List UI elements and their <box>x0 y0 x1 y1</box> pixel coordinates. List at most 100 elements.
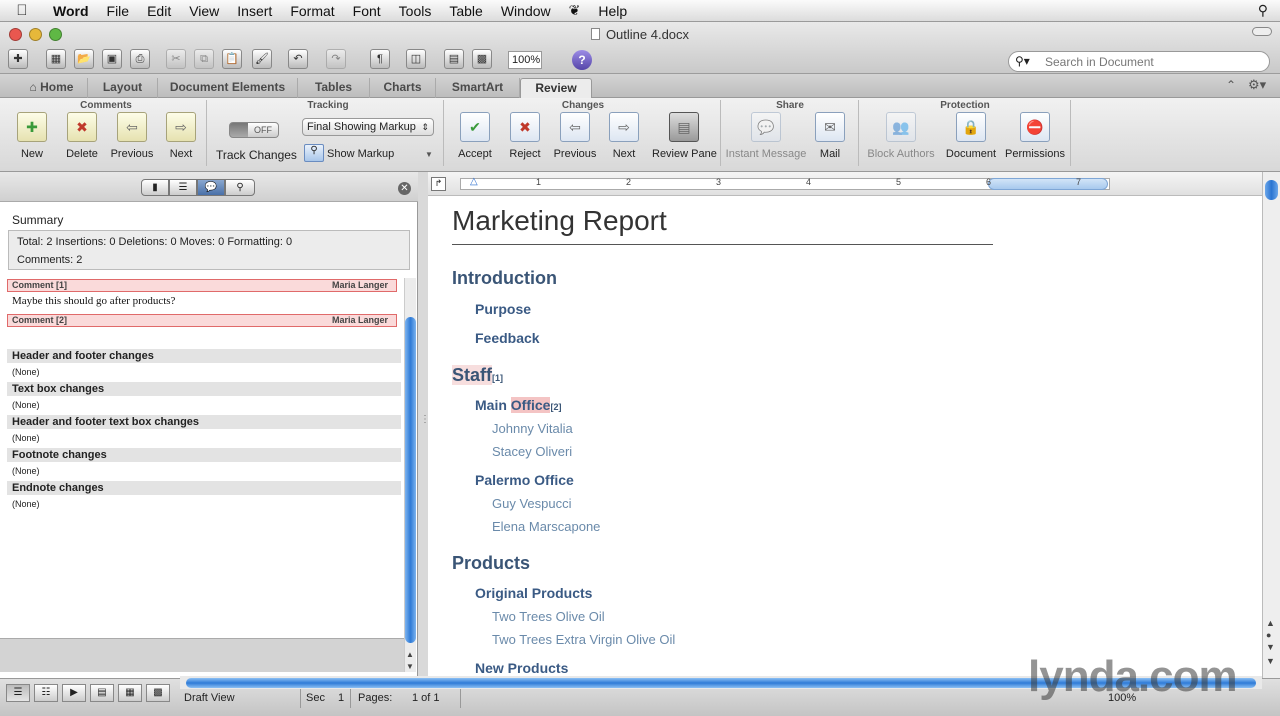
delete-comment-button[interactable]: ✖ Delete <box>60 112 104 160</box>
show-markup-arrow-icon[interactable]: ▼ <box>425 150 433 159</box>
accept-button[interactable]: ✔ Accept <box>452 112 498 160</box>
show-markup-button[interactable]: Show Markup <box>327 148 394 160</box>
comment-header[interactable]: Comment [2] Maria Langer <box>7 314 397 327</box>
notebook-view-icon[interactable]: ▦ <box>118 684 142 702</box>
track-changes-toggle[interactable]: OFF <box>229 122 279 138</box>
menu-insert[interactable]: Insert <box>228 3 281 19</box>
heading-original-products[interactable]: Original Products <box>475 585 592 601</box>
scroll-up-icon[interactable]: ▲ <box>406 650 414 659</box>
menu-help[interactable]: Help <box>589 3 636 19</box>
publishing-view-icon[interactable]: ▶ <box>62 684 86 702</box>
previous-change-button[interactable]: ⇦ Previous <box>552 112 598 160</box>
menu-edit[interactable]: Edit <box>138 3 180 19</box>
scroll-down-icon[interactable]: ▼ <box>406 662 414 671</box>
next-page-icon[interactable]: ▼ <box>1266 642 1275 652</box>
undo-icon[interactable]: ↶ <box>288 49 308 69</box>
comment-text[interactable]: Maybe this should go after products? <box>12 295 175 307</box>
staff-name[interactable]: Guy Vespucci <box>492 496 572 511</box>
toolbox-icon[interactable]: ▩ <box>472 49 492 69</box>
tab-review[interactable]: Review <box>520 78 592 98</box>
block-authors-button[interactable]: 👥 Block Authors <box>866 112 936 160</box>
pilcrow-icon[interactable]: ¶ <box>370 49 390 69</box>
fullscreen-view-icon[interactable]: ▩ <box>146 684 170 702</box>
show-markup-icon[interactable]: ⚲ <box>304 144 324 162</box>
ruler-margin[interactable] <box>988 178 1108 190</box>
tab-tables[interactable]: Tables <box>298 78 370 98</box>
format-painter-icon[interactable]: 🖌 <box>252 49 272 69</box>
tab-document-elements[interactable]: Document Elements <box>158 78 298 98</box>
gallery-icon[interactable]: ▦ <box>46 49 66 69</box>
tab-smartart[interactable]: SmartArt <box>436 78 520 98</box>
page-view-icon[interactable]: ▮ <box>141 179 169 196</box>
apple-menu-icon[interactable]:  <box>0 2 44 19</box>
pane-scroll-thumb[interactable] <box>405 317 416 643</box>
tab-layout[interactable]: Layout <box>88 78 158 98</box>
menu-format[interactable]: Format <box>281 3 343 19</box>
document-scroll-thumb[interactable] <box>1265 180 1278 200</box>
comment-marker[interactable]: [1] <box>492 373 503 383</box>
indent-marker-icon[interactable]: △ <box>470 176 478 187</box>
heading-palermo-office[interactable]: Palermo Office <box>475 472 574 488</box>
instant-message-button[interactable]: 💬 Instant Message <box>724 112 808 160</box>
staff-name[interactable]: Stacey Oliveri <box>492 444 572 459</box>
print-icon[interactable]: ⎙ <box>130 49 150 69</box>
new-doc-icon[interactable]: ✚ <box>8 49 28 69</box>
heading-purpose[interactable]: Purpose <box>475 301 531 317</box>
reject-button[interactable]: ✖ Reject <box>503 112 547 160</box>
new-comment-button[interactable]: ✚ New <box>14 112 50 160</box>
next-change-button[interactable]: ⇨ Next <box>604 112 644 160</box>
print-layout-icon[interactable]: ▤ <box>90 684 114 702</box>
outline-view-icon[interactable]: ☷ <box>34 684 58 702</box>
spotlight-icon[interactable]: ⚲ <box>1258 2 1268 19</box>
outline-view-icon[interactable]: ☰ <box>169 179 197 196</box>
heading-introduction[interactable]: Introduction <box>452 268 557 289</box>
comment-header[interactable]: Comment [1] Maria Langer <box>7 279 397 292</box>
search-icon[interactable]: ⚲▾ <box>1015 54 1030 68</box>
media-browser-icon[interactable]: ▤ <box>444 49 464 69</box>
menu-table[interactable]: Table <box>440 3 491 19</box>
menu-tools[interactable]: Tools <box>390 3 441 19</box>
protect-document-button[interactable]: 🔒 Document <box>944 112 998 160</box>
sidebar-icon[interactable]: ◫ <box>406 49 426 69</box>
cut-icon[interactable]: ✂ <box>166 49 186 69</box>
permissions-button[interactable]: ⛔ Permissions <box>1004 112 1066 160</box>
open-icon[interactable]: 📂 <box>74 49 94 69</box>
menu-view[interactable]: View <box>180 3 228 19</box>
tab-charts[interactable]: Charts <box>370 78 436 98</box>
product-item[interactable]: Two Trees Extra Virgin Olive Oil <box>492 632 675 647</box>
script-menu-icon[interactable]: ❦ <box>560 2 590 19</box>
product-item[interactable]: Two Trees Olive Oil <box>492 609 605 624</box>
save-icon[interactable]: ▣ <box>102 49 122 69</box>
find-view-icon[interactable]: ⚲ <box>225 179 255 196</box>
menu-font[interactable]: Font <box>344 3 390 19</box>
scroll-down-icon[interactable]: ▼ <box>1266 656 1275 666</box>
comment-marker[interactable]: [2] <box>550 402 561 412</box>
heading-products[interactable]: Products <box>452 553 530 574</box>
heading-staff[interactable]: Staff[1] <box>452 365 503 386</box>
heading-feedback[interactable]: Feedback <box>475 330 540 346</box>
ruler[interactable]: ↱ △ 1 2 3 4 5 6 7 <box>428 172 1262 196</box>
paste-icon[interactable]: 📋 <box>222 49 242 69</box>
document-scrollbar[interactable]: ▲ ● ▼ ▼ <box>1262 172 1280 680</box>
close-pane-icon[interactable]: ✕ <box>398 182 411 195</box>
review-pane-button[interactable]: ▤ Review Pane <box>652 112 717 160</box>
previous-page-icon[interactable]: ▲ <box>1266 618 1275 628</box>
tab-home[interactable]: ⌂ Home <box>16 78 88 98</box>
heading-new-products[interactable]: New Products <box>475 660 568 676</box>
reviewing-view-icon[interactable]: 💬 <box>197 179 225 196</box>
ribbon-settings-icon[interactable]: ⚙▾ <box>1248 77 1266 93</box>
staff-name[interactable]: Elena Marscapone <box>492 519 600 534</box>
markup-view-select[interactable]: Final Showing Markup ⇕ <box>302 118 434 136</box>
heading-main-office[interactable]: Main Office[2] <box>475 397 561 413</box>
next-comment-button[interactable]: ⇨ Next <box>162 112 200 160</box>
menu-file[interactable]: File <box>98 3 139 19</box>
copy-icon[interactable]: ⧉ <box>194 49 214 69</box>
menu-window[interactable]: Window <box>492 3 560 19</box>
help-icon[interactable]: ? <box>572 50 592 70</box>
browse-object-icon[interactable]: ● <box>1266 630 1271 640</box>
tab-stop-icon[interactable]: ↱ <box>431 177 446 191</box>
previous-comment-button[interactable]: ⇦ Previous <box>110 112 154 160</box>
document-title[interactable]: Marketing Report <box>452 205 667 237</box>
collapse-ribbon-icon[interactable]: ⌃ <box>1226 78 1236 92</box>
zoom-field[interactable]: 100% <box>508 51 542 69</box>
